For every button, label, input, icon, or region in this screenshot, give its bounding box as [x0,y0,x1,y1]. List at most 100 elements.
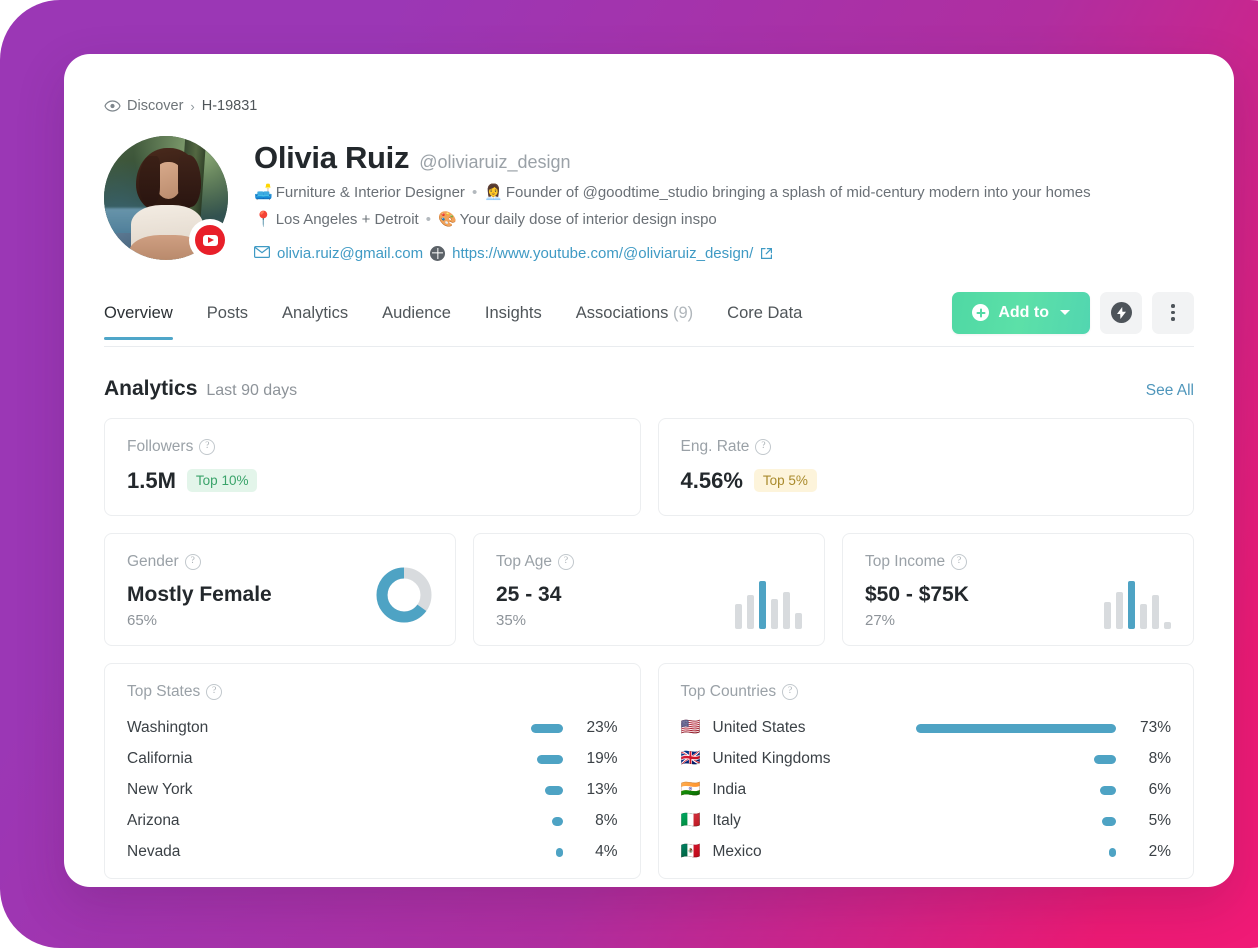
analytics-period: Last 90 days [206,381,298,399]
list-item-label: Italy [712,812,741,829]
list-item-label: Arizona [127,812,180,829]
list-item: 🇺🇸 United States 73% [681,713,1172,744]
tab-insights[interactable]: Insights [485,298,542,339]
card-label: Top States? [127,683,618,701]
help-circle-icon[interactable]: ? [755,438,772,455]
help-circle-icon[interactable]: ? [951,553,968,570]
card-label-text: Eng. Rate [680,437,750,455]
tab-label: Insights [484,304,542,322]
website-link[interactable]: https://www.youtube.com/@oliviaruiz_desi… [452,245,753,262]
demographic-card-gender: Gender? Mostly Female 65% [104,532,456,646]
status-badge: Top 10% [186,469,258,492]
list-item-percent: 73% [1139,719,1171,736]
bar-track [180,847,573,857]
sparkline-bar [1152,594,1159,629]
bio-location-text: Los Angeles + Detroit [275,211,419,229]
bar-fill [551,816,563,826]
avatar[interactable] [104,136,228,260]
name-row: Olivia Ruiz @oliviaruiz_design [254,140,1194,176]
list-item: Nevada 4% [127,837,618,868]
list-item-percent: 13% [586,781,618,798]
contact-line: olivia.ruiz@gmail.com https://www.youtub… [254,245,1194,262]
bar-track [806,723,1127,733]
bar-track [762,847,1127,857]
list-item-label: Washington [127,719,209,736]
stat-value-row: 4.56% Top 5% [681,468,1172,494]
bio-line-2: 📍 Los Angeles + Detroit • 🎨 Your daily dose … [254,210,1194,230]
breadcrumb: Discover › H-19831 [104,54,1194,114]
list-item-label: United Kingdoms [712,750,831,767]
email-link[interactable]: olivia.ruiz@gmail.com [277,245,423,262]
sparkline-bar [795,612,802,629]
list-item-name: Washington [127,719,208,737]
list-item-name: 🇬🇧 United Kingdoms [681,750,831,768]
more-options-button[interactable] [1152,291,1194,334]
sparkline-bar [1104,601,1111,629]
sparkline-bar [1140,603,1147,629]
tab-count: (9) [668,304,694,322]
list-item: New York 13% [127,775,618,806]
help-circle-icon[interactable]: ? [206,683,223,700]
list-item-label: New York [127,781,193,798]
tab-posts[interactable]: Posts [207,298,248,339]
profile-handle[interactable]: @oliviaruiz_design [419,152,570,173]
flag-icon: 🇮🇹 [680,812,701,829]
see-all-link[interactable]: See All [1146,382,1194,400]
location-pin-icon: 📍 [254,211,273,229]
add-to-button[interactable]: Add to [952,291,1090,334]
sparkline-bar-chart [1104,580,1171,629]
tab-overview[interactable]: Overview [104,298,173,340]
sparkline-bar [735,603,742,629]
tab-audience[interactable]: Audience [382,298,451,339]
list-item-name: 🇮🇳 India [681,781,747,799]
stat-card-followers: Followers? 1.5M Top 10% [104,417,641,516]
bar-fill [555,847,563,857]
bar-fill [916,723,1116,733]
bolt-icon [1110,302,1132,323]
bio-line-1: 🛋️ Furniture & Interior Designer • 👩‍💼 Found… [254,183,1194,203]
demographic-card-top-income: Top Income? $50 - $75K 27% [842,532,1194,646]
stat-value: 4.56% [680,467,743,493]
sparkline-bar [783,591,790,629]
card-visualization [375,566,433,629]
tab-label: Core Data [727,304,803,322]
card-label-text: Top Income [865,552,946,570]
card-value: 25 - 34 [496,582,562,606]
list-item-label: India [712,781,747,798]
list-item-name: New York [127,781,192,799]
bar-track [831,754,1127,764]
card-label: Gender? [127,553,363,571]
card-label: Top Countries? [681,683,1172,701]
list-item-percent: 4% [595,843,618,860]
bolt-button[interactable] [1100,291,1142,334]
card-label-text: Followers [127,437,194,455]
breadcrumb-current: H-19831 [201,98,258,114]
list-item-percent: 23% [586,719,618,736]
sparkline-bar [1128,580,1135,629]
mail-icon [254,245,271,261]
list-item-name: 🇲🇽 Mexico [681,843,762,861]
tab-associations[interactable]: Associations (9) [576,298,693,339]
help-circle-icon[interactable]: ? [199,438,216,455]
card-body: Top Income? $50 - $75K 27% [865,553,1092,629]
list-item-percent: 2% [1148,843,1171,860]
card-subvalue: 27% [865,611,896,629]
card-subvalue: 35% [496,611,527,629]
app-window: Discover › H-19831 Olivia Ruiz @oliviaru… [64,54,1234,887]
tab-core-data[interactable]: Core Data [727,298,802,339]
tab-analytics[interactable]: Analytics [282,298,348,339]
sparkline-bar [759,580,766,629]
external-link-icon[interactable] [760,247,773,260]
breadcrumb-discover[interactable]: Discover [127,98,183,114]
list-item-percent: 6% [1148,781,1171,798]
help-circle-icon[interactable]: ? [184,553,201,570]
stat-card-row: Followers? 1.5M Top 10% Eng. Rate? 4.56% Top … [104,417,1194,516]
help-circle-icon[interactable]: ? [782,683,799,700]
sparkline-bar-chart [735,580,802,629]
youtube-icon [192,222,228,258]
list-item-name: Arizona [127,812,180,830]
card-label-text: Top Age [496,552,553,570]
sparkline-bar [747,594,754,629]
help-circle-icon[interactable]: ? [558,553,575,570]
status-badge: Top 5% [753,469,817,492]
